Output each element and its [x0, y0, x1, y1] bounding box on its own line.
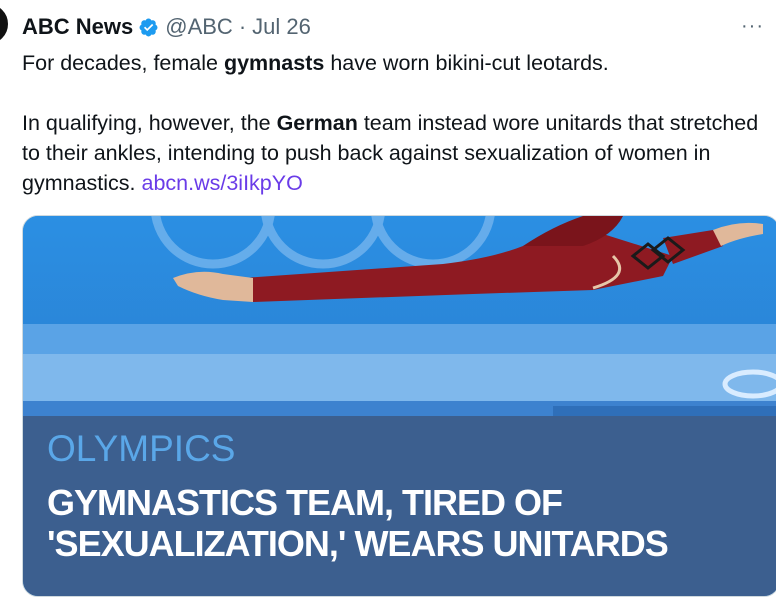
- more-options-icon[interactable]: ···: [741, 16, 764, 36]
- card-headline: GYMNASTICS TEAM, TIRED OF 'SEXUALIZATION…: [47, 482, 767, 564]
- verified-badge-icon: [139, 18, 158, 36]
- author-name[interactable]: ABC News: [22, 12, 133, 42]
- headline-line: GYMNASTICS TEAM, TIRED OF: [47, 482, 563, 523]
- gymnast-photo: [23, 216, 776, 426]
- tweet-link[interactable]: abcn.ws/3iIkpYO: [141, 171, 302, 195]
- bold-keyword: gymnasts: [223, 51, 325, 75]
- link-preview-card[interactable]: OLYMPICS GYMNASTICS TEAM, TIRED OF 'SEXU…: [22, 215, 776, 597]
- bold-keyword: German: [276, 111, 358, 135]
- avatar[interactable]: [0, 2, 10, 46]
- card-title-banner: OLYMPICS GYMNASTICS TEAM, TIRED OF 'SEXU…: [23, 416, 776, 596]
- text-span: have worn bikini-cut leotards.: [324, 51, 609, 75]
- tweet-text: For decades, female gymnasts have worn b…: [22, 48, 772, 198]
- author-handle[interactable]: @ABC: [165, 12, 233, 42]
- tweet-date[interactable]: Jul 26: [252, 12, 311, 42]
- tweet-header: ABC News @ABC · Jul 26: [22, 12, 311, 42]
- text-span: For decades, female: [22, 51, 224, 75]
- separator-dot: ·: [238, 14, 247, 39]
- tweet-paragraph-1: For decades, female gymnasts have worn b…: [22, 48, 772, 78]
- tweet-paragraph-2: In qualifying, however, the German team …: [22, 108, 772, 198]
- card-kicker: OLYMPICS: [47, 428, 236, 469]
- text-span: In qualifying, however, the: [22, 111, 277, 135]
- headline-line: 'SEXUALIZATION,' WEARS UNITARDS: [47, 523, 669, 564]
